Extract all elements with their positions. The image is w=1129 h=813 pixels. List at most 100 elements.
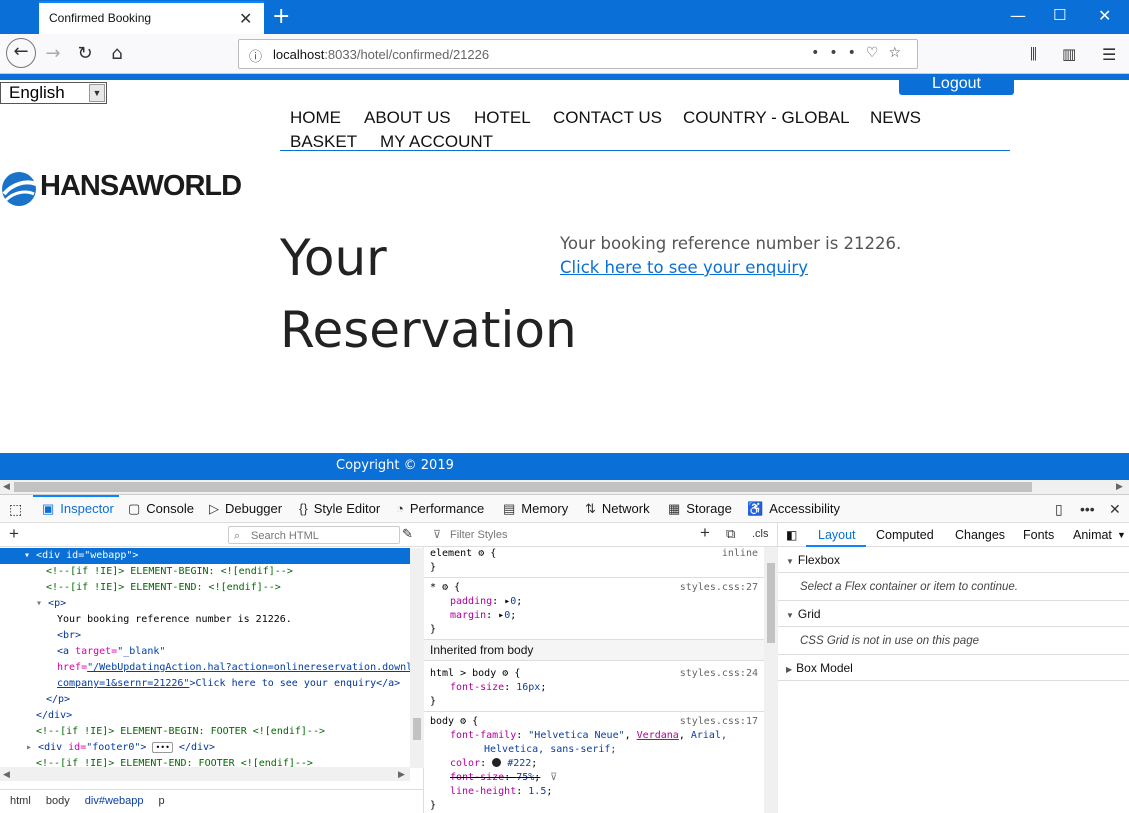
tab-style-editor[interactable]: {} Style Editor <box>299 501 380 516</box>
pocket-icon[interactable]: ♡ <box>866 45 889 61</box>
rule-star[interactable]: * ⚙ { <box>430 581 460 595</box>
search-html-input[interactable]: ⌕ Search HTML <box>228 526 400 544</box>
menu-about-us[interactable]: ABOUT US <box>364 108 451 128</box>
box-model-section-header[interactable]: ▶ Box Model <box>778 655 1129 681</box>
maximize-icon[interactable]: ☐ <box>1053 6 1066 24</box>
close-icon[interactable]: ✕ <box>239 9 252 28</box>
enquiry-link[interactable]: Click here to see your enquiry <box>560 258 808 277</box>
scroll-left-icon[interactable]: ◀ <box>3 480 10 494</box>
browser-tab[interactable]: Confirmed Booking ✕ <box>39 1 264 34</box>
add-node-icon[interactable]: + <box>9 524 19 544</box>
tab-animations[interactable]: Animat <box>1073 528 1112 542</box>
scroll-left-icon[interactable]: ◀ <box>3 767 10 781</box>
hansaworld-logo[interactable]: HANSAWORLD <box>0 170 260 210</box>
markup-horizontal-scrollbar[interactable]: ◀ ▶ <box>0 767 410 781</box>
breadcrumb-item[interactable]: div#webapp <box>85 795 144 807</box>
tab-inspector[interactable]: ▣ Inspector <box>42 501 114 517</box>
scrollbar-thumb[interactable] <box>767 563 775 643</box>
more-options-icon[interactable]: ••• <box>1080 501 1095 517</box>
breadcrumb-item[interactable]: p <box>159 795 165 807</box>
collapsed-node-icon[interactable]: ••• <box>152 742 173 753</box>
menu-basket[interactable]: BASKET <box>290 132 357 152</box>
close-devtools-icon[interactable]: ✕ <box>1109 501 1121 518</box>
scroll-right-icon[interactable]: ▶ <box>398 767 405 781</box>
dock-icon[interactable]: ▯ <box>1055 501 1063 518</box>
tab-storage[interactable]: ▦ Storage <box>668 501 732 517</box>
rule-html-body[interactable]: html > body ⚙ { <box>430 667 520 681</box>
page-actions[interactable]: •••♡☆ <box>811 45 911 61</box>
grid-section-header[interactable]: ▼ Grid <box>778 601 1129 627</box>
gear-icon[interactable]: ⚙ <box>442 582 448 593</box>
markup-comment[interactable]: <!--[if !IE]> ELEMENT-BEGIN: <![endif]--… <box>0 564 410 580</box>
add-rule-icon[interactable]: + <box>700 523 710 543</box>
home-icon[interactable]: ⌂ <box>104 42 130 68</box>
back-arrow-icon[interactable]: ← <box>6 38 36 68</box>
markup-node-a-href[interactable]: href="/WebUpdatingAction.hal?action=onli… <box>0 660 410 676</box>
eyedropper-icon[interactable]: ✎ <box>402 526 413 542</box>
page-horizontal-scrollbar[interactable]: ◀ ▶ <box>0 480 1129 494</box>
tab-debugger[interactable]: ▷ Debugger <box>209 501 282 517</box>
tab-performance[interactable]: ◔ Performance <box>396 501 484 516</box>
declaration-overridden[interactable]: font-size: 75%; <box>450 771 540 785</box>
gear-icon[interactable]: ⚙ <box>478 548 484 559</box>
rule-body[interactable]: body ⚙ { <box>430 715 478 729</box>
markup-node-br[interactable]: <br> <box>0 628 410 644</box>
window-close-icon[interactable]: ✕ <box>1098 6 1111 25</box>
markup-node-a[interactable]: <a target="_blank" <box>0 644 410 660</box>
scrollbar-thumb[interactable] <box>413 718 421 740</box>
rules-vertical-scrollbar[interactable] <box>764 547 778 813</box>
markup-vertical-scrollbar[interactable] <box>410 548 424 768</box>
rule-element[interactable]: element ⚙ { <box>430 547 496 561</box>
declaration[interactable]: color: #222; <box>450 757 537 771</box>
print-simulation-icon[interactable]: ⧉ <box>726 526 735 542</box>
declaration[interactable]: padding: ▸0; <box>450 595 522 609</box>
bookmark-star-icon[interactable]: ☆ <box>888 45 911 61</box>
forward-arrow-icon[interactable]: → <box>40 42 66 68</box>
tab-memory[interactable]: ▤ Memory <box>503 501 568 517</box>
rule-source[interactable]: styles.css:24 <box>680 667 758 681</box>
pick-element-icon[interactable]: ⬚ <box>9 501 22 518</box>
markup-node-footer[interactable]: ▸ <div id="footer0"> ••• </div> <box>0 740 410 756</box>
gear-icon[interactable]: ⚙ <box>502 668 508 679</box>
url-bar[interactable]: ⓘ localhost:8033/hotel/confirmed/21226 •… <box>238 39 918 69</box>
rule-source[interactable]: styles.css:17 <box>680 715 758 729</box>
tab-fonts[interactable]: Fonts <box>1023 528 1054 542</box>
breadcrumb-item[interactable]: body <box>46 795 70 807</box>
toggle-sidebar-icon[interactable]: ◧ <box>786 528 797 542</box>
cls-toggle[interactable]: .cls <box>752 528 769 540</box>
markup-node-p[interactable]: ▾ <p> <box>0 596 410 612</box>
declaration[interactable]: font-family: "Helvetica Neue", Verdana, … <box>450 729 727 743</box>
menu-home[interactable]: HOME <box>290 108 341 128</box>
more-actions-icon[interactable]: ••• <box>811 45 866 61</box>
filter-icon[interactable]: ⊽ <box>550 771 557 785</box>
rule-source[interactable]: styles.css:27 <box>680 581 758 595</box>
menu-contact-us[interactable]: CONTACT US <box>553 108 662 128</box>
minimize-icon[interactable]: — <box>1010 6 1026 25</box>
reload-icon[interactable]: ↻ <box>72 42 98 68</box>
menu-news[interactable]: NEWS <box>870 108 921 128</box>
tab-console[interactable]: ▢ Console <box>128 501 194 517</box>
language-select[interactable]: English ▼ <box>0 82 107 104</box>
chevron-down-icon[interactable]: ▼ <box>89 84 105 102</box>
markup-close-div[interactable]: </div> <box>0 708 410 724</box>
url-text[interactable]: localhost:8033/hotel/confirmed/21226 <box>273 47 489 62</box>
scrollbar-thumb[interactable] <box>14 482 1032 492</box>
logout-button[interactable]: Logout <box>899 74 1014 95</box>
markup-comment[interactable]: <!--[if !IE]> ELEMENT-END: <![endif]--> <box>0 580 410 596</box>
color-swatch[interactable] <box>492 758 502 767</box>
library-icon[interactable]: ⫼ <box>1030 45 1037 63</box>
tab-changes[interactable]: Changes <box>955 528 1005 542</box>
markup-comment[interactable]: <!--[if !IE]> ELEMENT-BEGIN: FOOTER <![e… <box>0 724 410 740</box>
breadcrumb-item[interactable]: html <box>10 795 31 807</box>
filter-styles-input[interactable]: ⊽ Filter Styles <box>430 526 688 544</box>
scroll-right-icon[interactable]: ▶ <box>1116 480 1123 494</box>
hamburger-menu-icon[interactable]: ☰ <box>1102 45 1116 64</box>
markup-text-node[interactable]: Your booking reference number is 21226. <box>0 612 410 628</box>
chevron-down-icon[interactable]: ▼ <box>1117 530 1126 540</box>
tab-computed[interactable]: Computed <box>876 528 934 542</box>
declaration[interactable]: line-height: 1.5; <box>450 785 552 799</box>
flexbox-section-header[interactable]: ▼ Flexbox <box>778 547 1129 573</box>
info-icon[interactable]: ⓘ <box>249 46 262 65</box>
markup-close-p[interactable]: </p> <box>0 692 410 708</box>
markup-node-webapp[interactable]: ▾ <div id="webapp"> <box>0 548 410 564</box>
